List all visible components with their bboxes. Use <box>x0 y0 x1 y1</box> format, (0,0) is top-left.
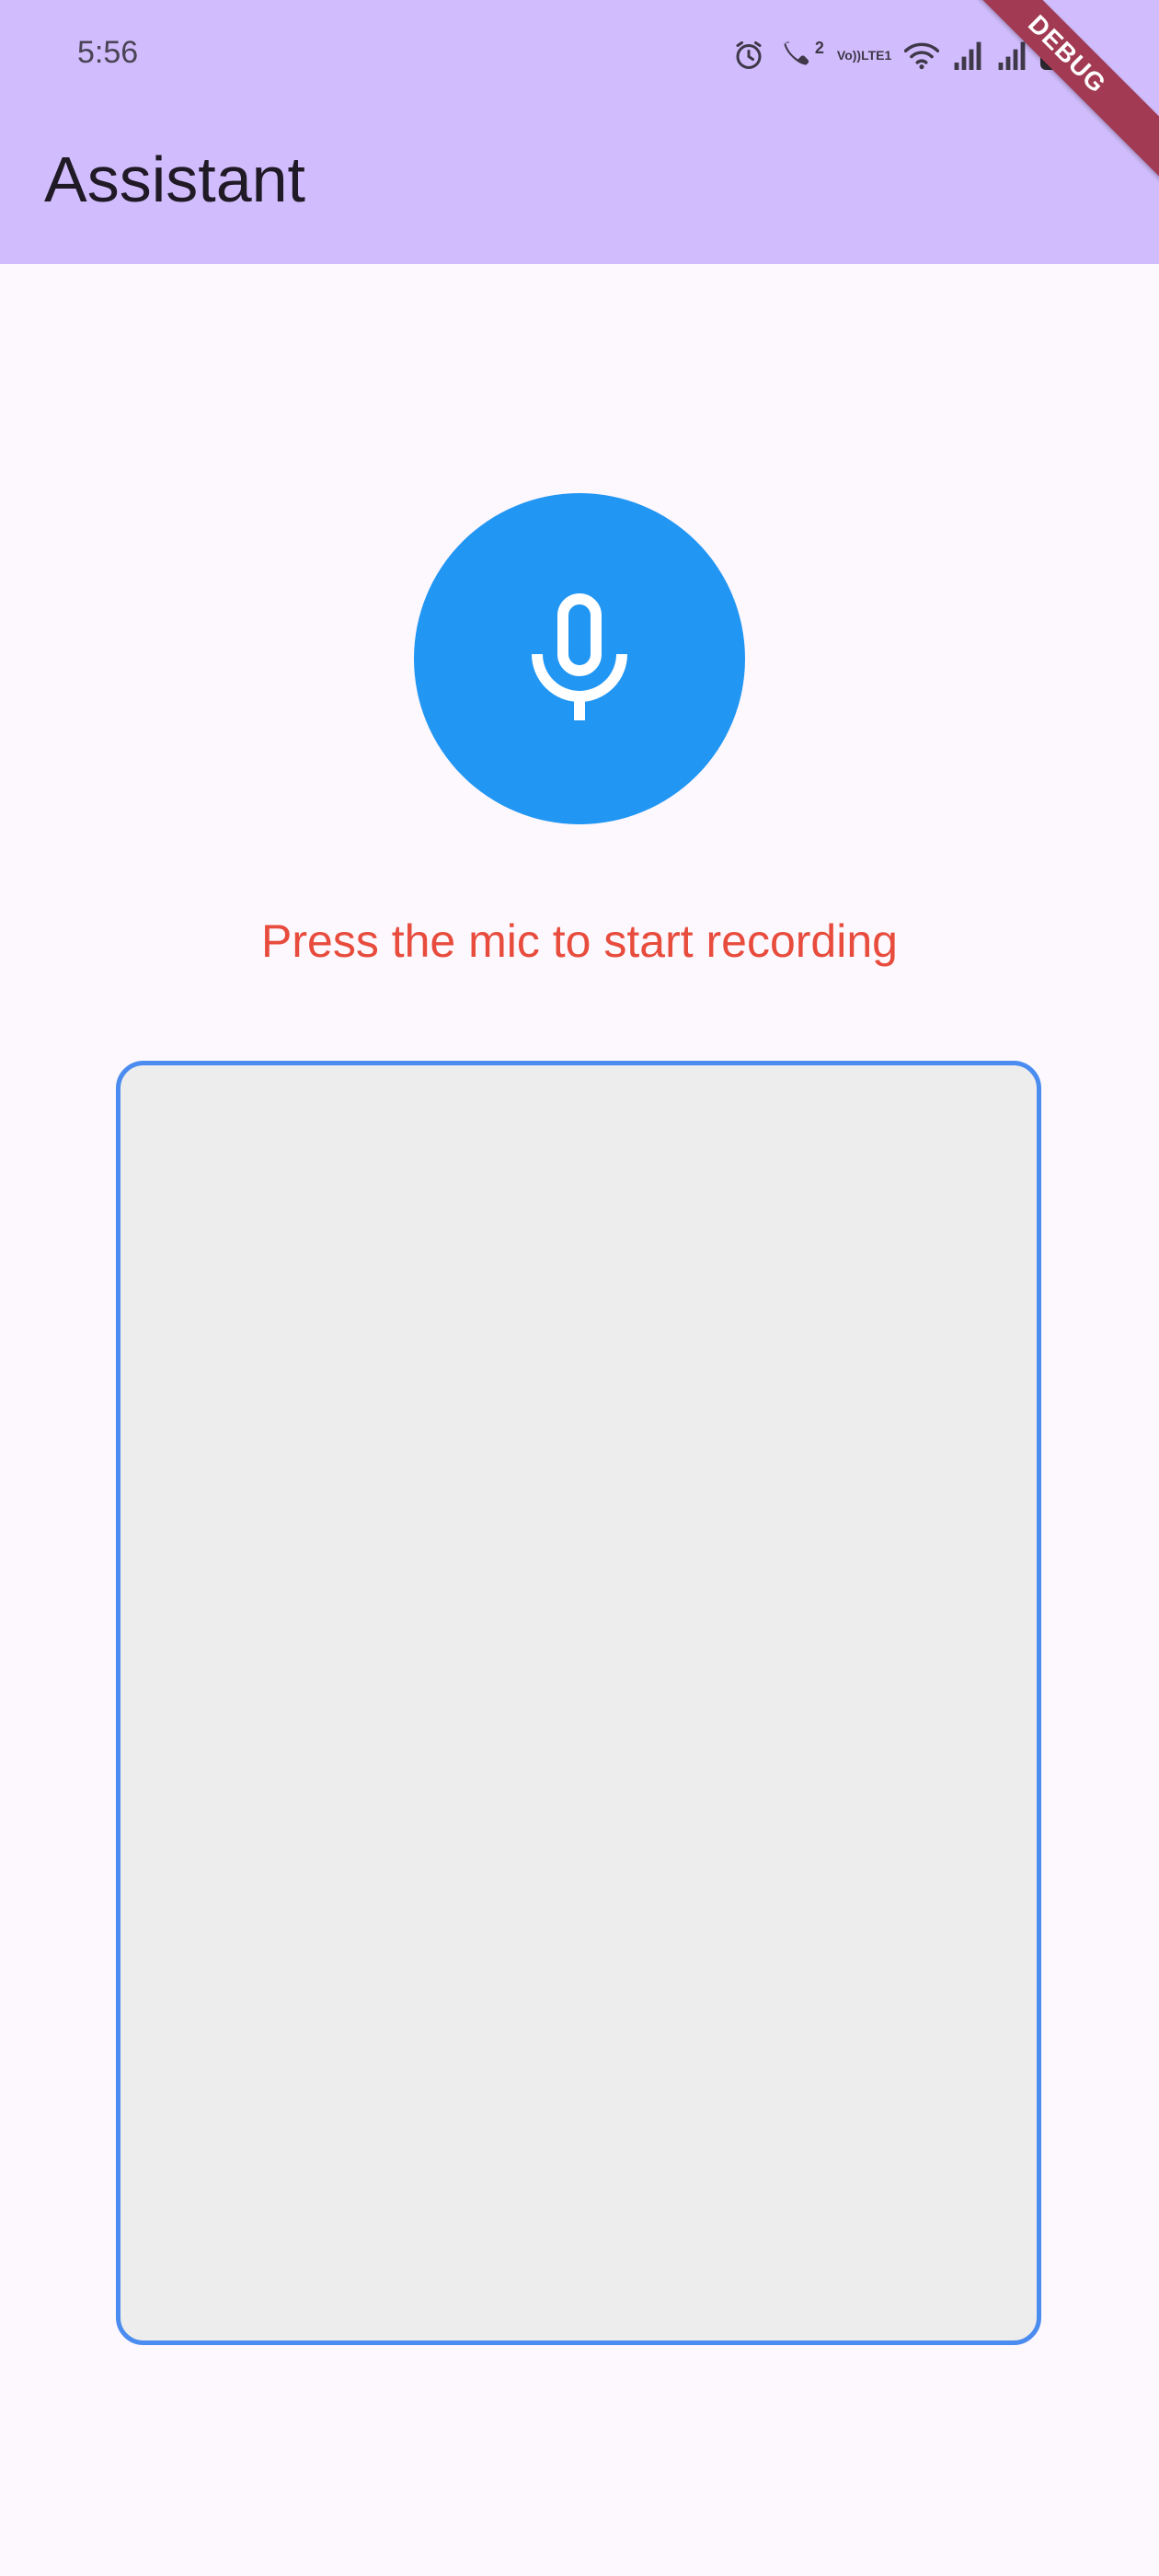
volte-lte-icon: Vo)) LTE1 <box>837 49 891 62</box>
wifi-icon <box>904 40 940 71</box>
transcript-text <box>120 1065 1037 1121</box>
debug-banner: DEBUG <box>928 0 1159 193</box>
volte-top-label: Vo)) <box>836 48 862 63</box>
mic-button[interactable] <box>414 493 745 824</box>
signal-icon <box>952 40 983 70</box>
mic-icon <box>524 590 635 728</box>
alarm-icon <box>732 39 765 72</box>
recording-prompt: Press the mic to start recording <box>261 915 898 967</box>
app-bar: 5:56 2 Vo)) LTE1 Assistant DEBUG <box>0 0 1159 264</box>
call-badge: 2 <box>814 39 824 57</box>
transcript-box <box>116 1061 1041 2345</box>
signal-icon <box>996 40 1027 70</box>
wifi-call-icon: 2 <box>778 39 824 72</box>
page-title: Assistant <box>44 144 305 215</box>
status-time: 5:56 <box>77 35 139 70</box>
volte-bottom-label: LTE1 <box>861 48 892 63</box>
